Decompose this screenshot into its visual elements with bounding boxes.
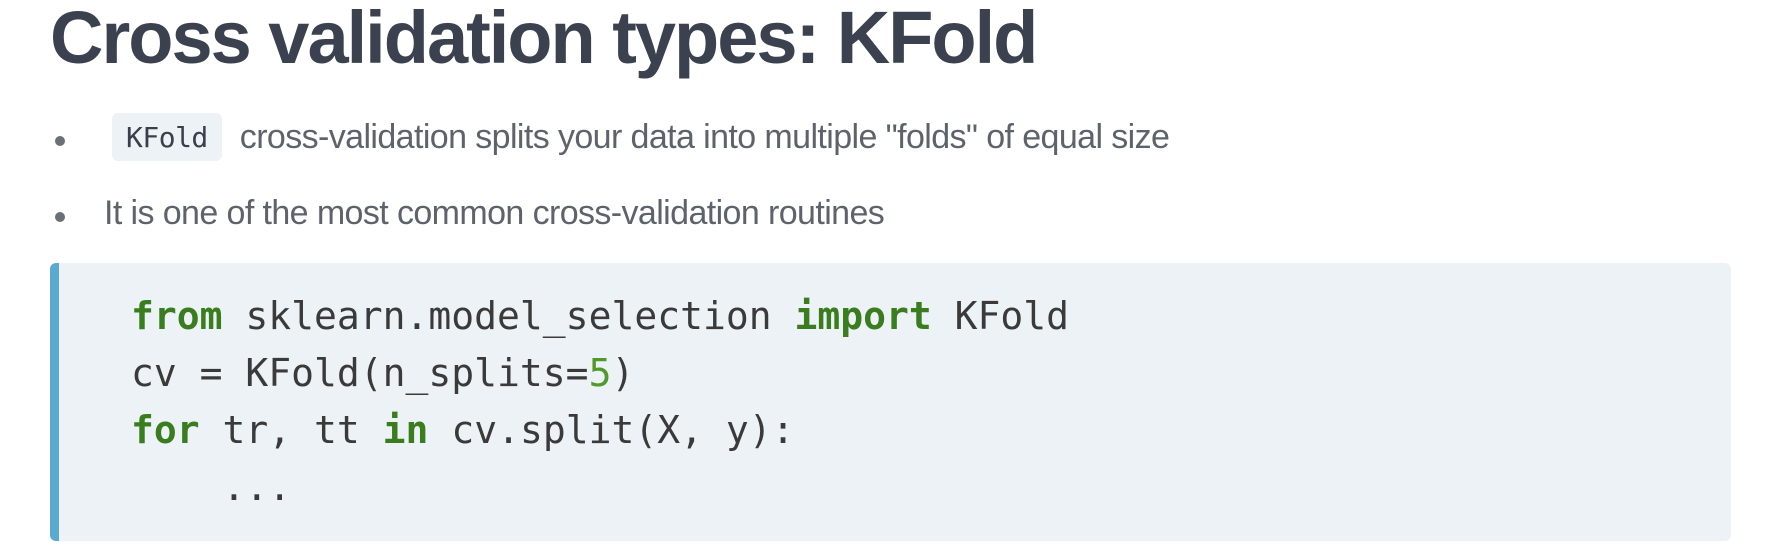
code-number: 5 bbox=[588, 351, 612, 395]
code-block: from sklearn.model_selection import KFol… bbox=[50, 263, 1731, 541]
code-line-assign: cv = KFold(n_splits=5) bbox=[131, 345, 1731, 402]
code-keyword-import: import bbox=[794, 294, 932, 338]
code-loop-vars: tr, tt bbox=[199, 408, 383, 452]
bullet-dot bbox=[55, 136, 65, 146]
code-assign-suffix: ) bbox=[611, 351, 635, 395]
code-assign-prefix: cv = KFold(n_splits= bbox=[131, 351, 589, 395]
code-keyword-for: for bbox=[131, 408, 200, 452]
code-line-import: from sklearn.model_selection import KFol… bbox=[131, 288, 1731, 345]
bullet-text: cross-validation splits your data into m… bbox=[239, 117, 1170, 156]
bullet-content: It is one of the most common cross-valid… bbox=[104, 186, 885, 240]
inline-code-kfold: KFold bbox=[112, 113, 222, 161]
slide-title: Cross validation types: KFold bbox=[50, 0, 1038, 79]
code-keyword-from: from bbox=[131, 294, 223, 338]
code-module: sklearn.model_selection bbox=[222, 294, 795, 338]
code-ellipsis: ... bbox=[222, 465, 292, 509]
code-keyword-in: in bbox=[382, 408, 429, 452]
bullet-content: KFold cross-validation splits your data … bbox=[104, 110, 1170, 164]
bullet-dot bbox=[55, 212, 65, 222]
code-imported-name: KFold bbox=[931, 294, 1070, 338]
bullet-text: It is one of the most common cross-valid… bbox=[104, 193, 885, 232]
code-line-ellipsis: ... bbox=[131, 459, 1731, 516]
code-loop-iter: cv.split(X, y): bbox=[428, 408, 795, 452]
code-line-for: for tr, tt in cv.split(X, y): bbox=[131, 402, 1731, 459]
